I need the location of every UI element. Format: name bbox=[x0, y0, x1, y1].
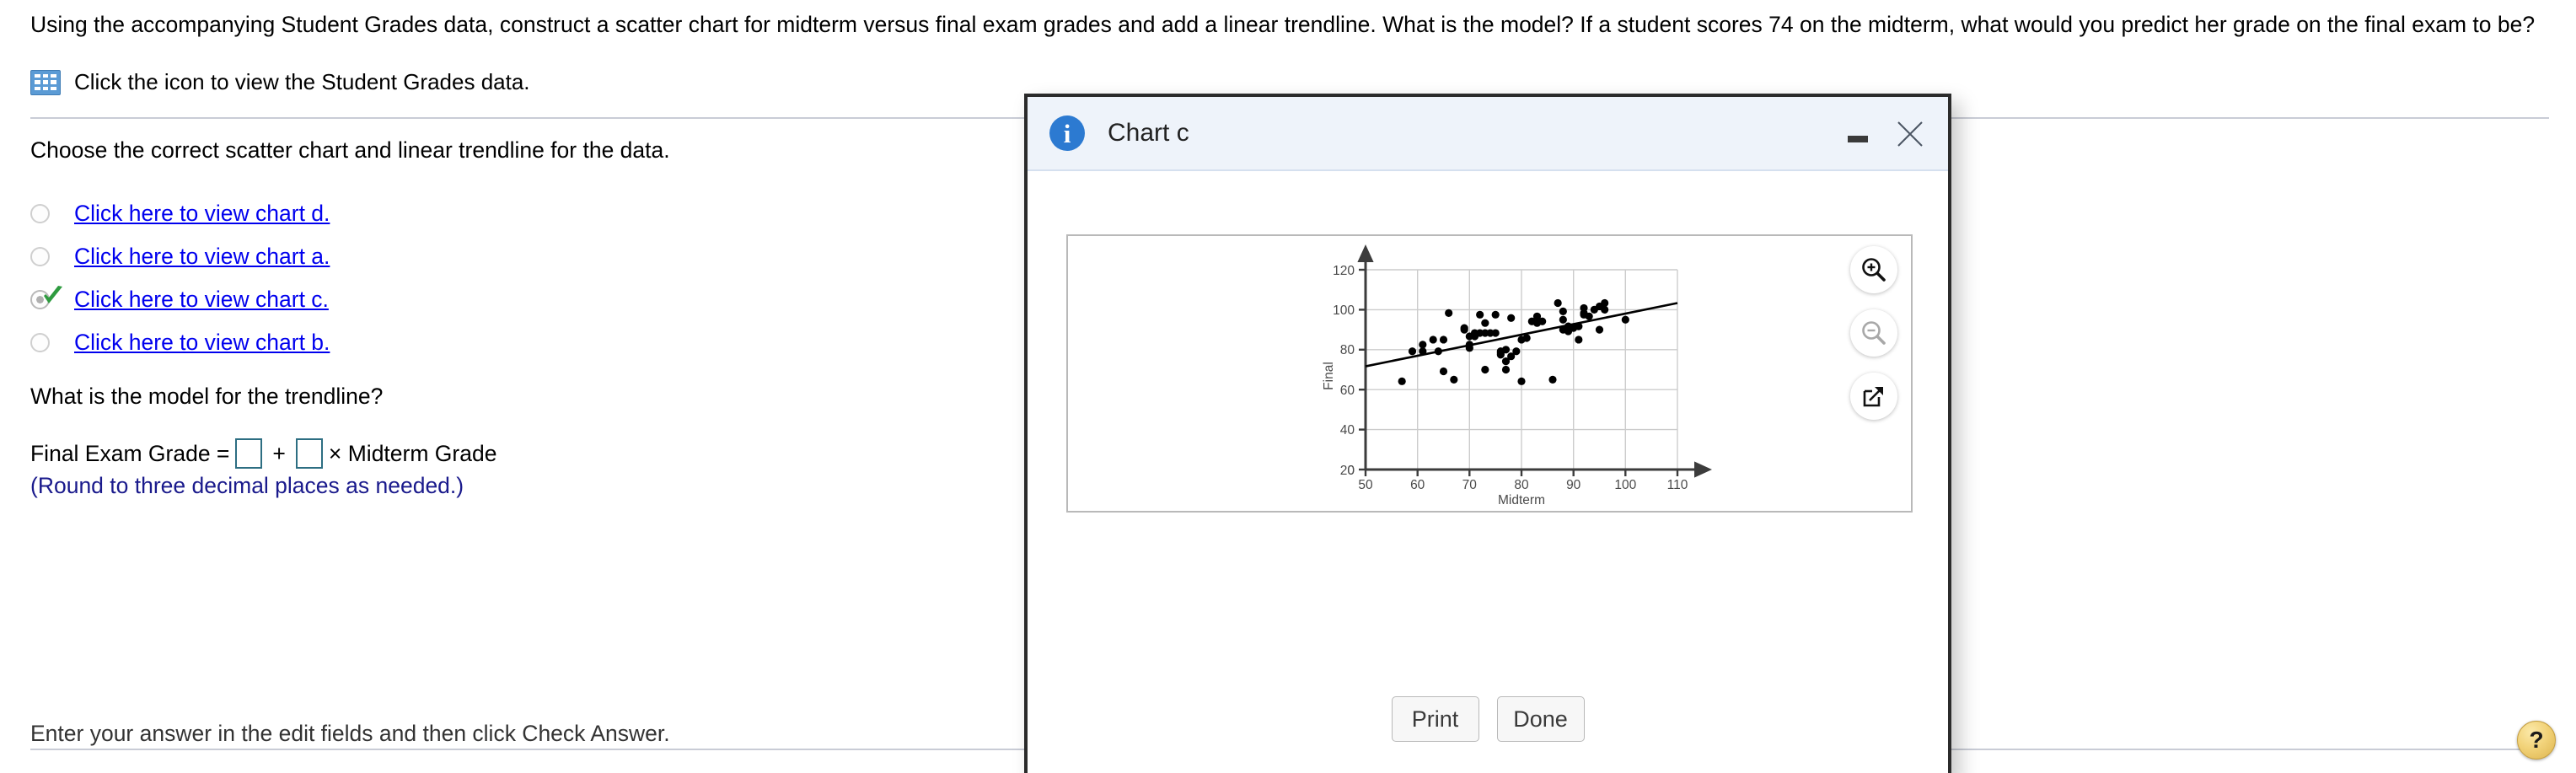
scatter-point bbox=[1517, 378, 1525, 385]
scatter-point bbox=[1596, 326, 1603, 334]
scatter-point bbox=[1419, 341, 1426, 348]
scatter-chart: 120 100 80 60 40 20 0 20 50 60 70 80 bbox=[1066, 234, 1913, 513]
window-controls bbox=[1840, 97, 1929, 171]
x-axis-label: Midterm bbox=[1498, 493, 1545, 507]
spreadsheet-icon[interactable] bbox=[30, 70, 61, 95]
radio-wrap-2[interactable] bbox=[30, 286, 74, 314]
scatter-point bbox=[1492, 329, 1500, 336]
scatter-point bbox=[1512, 347, 1520, 355]
scatter-point bbox=[1461, 326, 1468, 334]
radio-wrap-3[interactable] bbox=[30, 329, 74, 357]
scatter-point bbox=[1559, 308, 1567, 315]
scatter-point bbox=[1481, 366, 1489, 373]
slope-input[interactable] bbox=[296, 438, 323, 469]
model-prompt: What is the model for the trendline? bbox=[30, 384, 383, 410]
question-stem: Using the accompanying Student Grades da… bbox=[30, 12, 2551, 39]
svg-text:80: 80 bbox=[1514, 478, 1529, 492]
svg-text:100: 100 bbox=[1614, 478, 1636, 492]
svg-text:70: 70 bbox=[1462, 478, 1478, 492]
trendline-formula: Final Exam Grade = + × Midterm Grade bbox=[30, 438, 496, 469]
scatter-point bbox=[1476, 311, 1484, 319]
radio-button-chart-a[interactable] bbox=[30, 247, 50, 266]
scatter-point bbox=[1445, 309, 1452, 317]
link-view-chart-d[interactable]: Click here to view chart d. bbox=[74, 201, 330, 227]
svg-text:90: 90 bbox=[1566, 478, 1581, 492]
intercept-input[interactable] bbox=[235, 438, 262, 469]
svg-text:40: 40 bbox=[1340, 423, 1355, 437]
option-row-1[interactable]: Click here to view chart a. bbox=[30, 235, 330, 278]
radio-button-chart-b[interactable] bbox=[30, 333, 50, 352]
scatter-point bbox=[1481, 319, 1489, 327]
scatter-point bbox=[1575, 336, 1582, 343]
chart-modal-dialog: i Chart c bbox=[1024, 94, 1951, 773]
scatter-point bbox=[1507, 314, 1515, 322]
chart-axes bbox=[1359, 260, 1697, 476]
scatter-point bbox=[1538, 318, 1546, 325]
exercise-page: Using the accompanying Student Grades da… bbox=[0, 0, 2576, 773]
chart-options-list: Click here to view chart d. Click here t… bbox=[30, 192, 330, 364]
radio-wrap-1[interactable] bbox=[30, 243, 74, 271]
scatter-point bbox=[1430, 336, 1437, 343]
scatter-point bbox=[1398, 378, 1406, 385]
link-view-chart-a[interactable]: Click here to view chart a. bbox=[74, 244, 330, 270]
link-view-chart-c[interactable]: Click here to view chart c. bbox=[74, 287, 329, 313]
option-row-2[interactable]: Click here to view chart c. bbox=[30, 278, 330, 321]
scatter-point bbox=[1548, 376, 1556, 384]
scatter-point bbox=[1450, 376, 1457, 384]
open-in-new-window-icon[interactable] bbox=[1850, 373, 1897, 420]
scatter-point bbox=[1622, 316, 1629, 324]
scatter-point bbox=[1601, 299, 1608, 307]
rounding-note: (Round to three decimal places as needed… bbox=[30, 473, 464, 499]
done-button[interactable]: Done bbox=[1497, 696, 1585, 742]
y-tick-labels: 120 100 80 60 40 20 0 bbox=[1333, 264, 1355, 478]
zoom-in-icon[interactable] bbox=[1850, 246, 1897, 293]
svg-text:80: 80 bbox=[1340, 343, 1355, 357]
chart-zoom-toolbar bbox=[1850, 246, 1897, 420]
svg-text:120: 120 bbox=[1333, 264, 1355, 278]
radio-button-chart-c[interactable] bbox=[30, 290, 50, 309]
radio-button-chart-d[interactable] bbox=[30, 204, 50, 223]
scatter-points-group bbox=[1398, 299, 1629, 385]
formula-suffix-label: × Midterm Grade bbox=[329, 441, 497, 467]
modal-title: Chart c bbox=[1108, 119, 1189, 148]
svg-text:50: 50 bbox=[1358, 478, 1373, 492]
svg-text:60: 60 bbox=[1340, 384, 1355, 398]
scatter-point bbox=[1601, 306, 1608, 314]
scatter-point bbox=[1554, 299, 1562, 307]
modal-header: i Chart c bbox=[1028, 97, 1948, 171]
zoom-out-icon[interactable] bbox=[1850, 309, 1897, 357]
scatter-point bbox=[1559, 316, 1567, 324]
svg-text:100: 100 bbox=[1333, 303, 1355, 318]
print-button[interactable]: Print bbox=[1392, 696, 1479, 742]
close-icon[interactable] bbox=[1891, 115, 1929, 153]
minimize-icon[interactable] bbox=[1840, 116, 1876, 152]
svg-text:60: 60 bbox=[1410, 478, 1425, 492]
scatter-point bbox=[1492, 311, 1500, 319]
choose-prompt: Choose the correct scatter chart and lin… bbox=[30, 137, 670, 164]
student-grades-data-row[interactable]: Click the icon to view the Student Grade… bbox=[30, 69, 530, 95]
footer-instruction: Enter your answer in the edit fields and… bbox=[30, 721, 670, 747]
radio-wrap-0[interactable] bbox=[30, 200, 74, 228]
scatter-point bbox=[1440, 368, 1447, 375]
option-row-3[interactable]: Click here to view chart b. bbox=[30, 321, 330, 364]
data-link-label: Click the icon to view the Student Grade… bbox=[74, 69, 530, 95]
modal-footer: Print Done bbox=[1028, 696, 1948, 742]
scatter-point bbox=[1440, 336, 1447, 343]
svg-text:110: 110 bbox=[1667, 478, 1688, 492]
question-mark-icon[interactable]: ? bbox=[2517, 721, 2556, 760]
scatter-point bbox=[1586, 313, 1593, 320]
formula-plus-label: + bbox=[268, 441, 289, 467]
option-row-0[interactable]: Click here to view chart d. bbox=[30, 192, 330, 235]
chart-gridlines bbox=[1366, 270, 1677, 470]
chart-panel: 120 100 80 60 40 20 0 20 50 60 70 80 bbox=[1066, 234, 1913, 513]
link-view-chart-b[interactable]: Click here to view chart b. bbox=[74, 330, 330, 356]
y-axis-label: Final bbox=[1322, 362, 1336, 390]
info-icon: i bbox=[1049, 115, 1085, 151]
scatter-point bbox=[1409, 347, 1416, 355]
scatter-point bbox=[1502, 346, 1510, 353]
formula-prefix-label: Final Exam Grade = bbox=[30, 441, 229, 467]
scatter-point bbox=[1502, 366, 1510, 373]
x-tick-labels: 50 60 70 80 90 100 110 bbox=[1358, 478, 1688, 492]
